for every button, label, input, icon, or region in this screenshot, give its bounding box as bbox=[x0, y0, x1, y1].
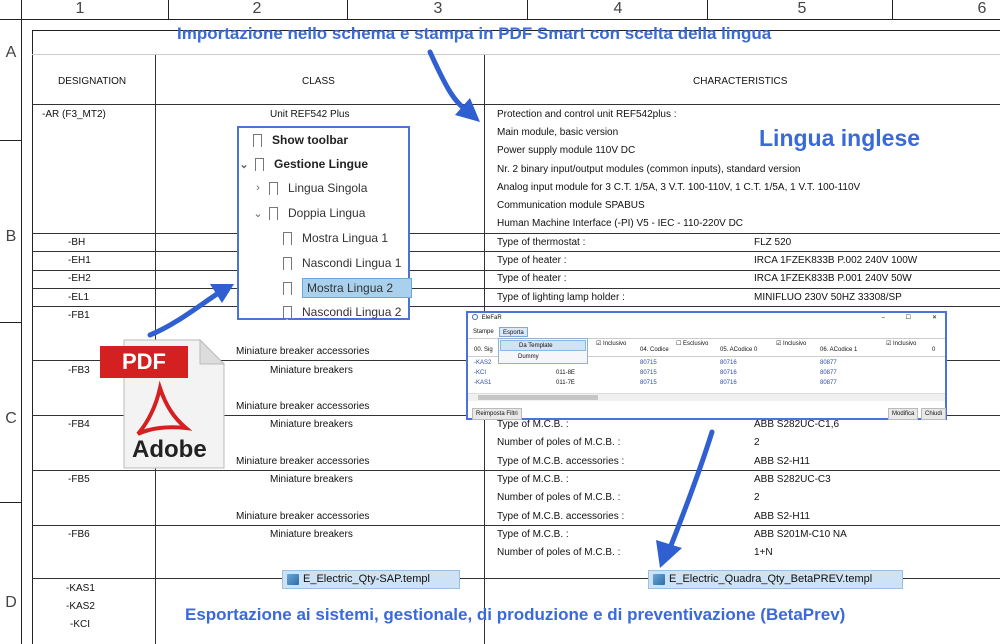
chevron-down-icon[interactable]: ⌄ bbox=[239, 158, 249, 171]
column-header[interactable]: 04. Codice bbox=[640, 346, 669, 354]
pdf-badge: PDF bbox=[100, 346, 188, 378]
grid-cell: -KAS2 bbox=[474, 360, 492, 366]
checkbox-label: Inclusivo bbox=[603, 341, 627, 347]
table-row[interactable]: -KAS1 011-7E 80715 80716 80877 bbox=[468, 378, 945, 388]
adobe-pdf-icon: PDF Adobe bbox=[100, 336, 228, 470]
arrow-to-pdf bbox=[147, 289, 223, 338]
grid-cell: 80715 bbox=[640, 370, 657, 376]
menu-item-dummy[interactable]: Dummy bbox=[500, 352, 586, 363]
grid-cell: 80877 bbox=[820, 370, 837, 376]
minimize-icon[interactable]: – bbox=[882, 313, 885, 324]
column-header[interactable]: 05. ACodice 0 bbox=[720, 346, 757, 354]
checkbox-label: Inclusivo bbox=[893, 341, 917, 347]
chevron-right-icon[interactable]: › bbox=[253, 182, 263, 194]
bookmark-icon bbox=[283, 231, 292, 249]
file-name: E_Electric_Quadra_Qty_BetaPREV.templ bbox=[669, 573, 873, 585]
grid-cell: 80716 bbox=[720, 370, 737, 376]
grid-cell: 011-7E bbox=[556, 380, 575, 386]
checkbox-label: Esclusivo bbox=[683, 341, 709, 347]
arrowhead-icon bbox=[656, 540, 682, 568]
bookmark-icon bbox=[255, 157, 264, 175]
menu-item-da-template[interactable]: Da Template bbox=[500, 340, 586, 351]
bookmark-icon bbox=[283, 305, 292, 323]
include-checkbox[interactable]: ☑ Inclusivo bbox=[776, 340, 806, 348]
column-header[interactable]: 00. Sig bbox=[474, 346, 493, 354]
tab-stampe[interactable]: Stampe bbox=[470, 327, 497, 337]
column-header[interactable]: 06. ACodice 1 bbox=[820, 346, 857, 354]
scrollbar-thumb[interactable] bbox=[478, 395, 598, 400]
grid-cell: -KCI bbox=[474, 370, 486, 376]
app-icon bbox=[472, 314, 478, 321]
window-title: EleFaR bbox=[481, 315, 502, 321]
bookmark-label-selected: Mostra Lingua 2 bbox=[302, 278, 412, 298]
template-file-betaprev[interactable]: E_Electric_Quadra_Qty_BetaPREV.templ bbox=[648, 570, 903, 589]
include-checkbox[interactable]: ☑ Inclusivo bbox=[596, 340, 626, 348]
bookmark-icon bbox=[283, 256, 292, 274]
bookmark-label: Gestione Lingue bbox=[274, 157, 369, 171]
bookmark-nascondi-lingua-1[interactable]: Nascondi Lingua 1 bbox=[283, 251, 401, 275]
checkbox-label: Inclusivo bbox=[783, 341, 807, 347]
file-name: E_Electric_Qty-SAP.templ bbox=[303, 573, 430, 585]
grid-cell: 80715 bbox=[640, 380, 657, 386]
elefar-window: EleFaR – ☐ ✕ Stampe Esporta 00. Sig 04. … bbox=[466, 311, 947, 420]
bookmark-label: Lingua Singola bbox=[288, 181, 368, 195]
window-titlebar: EleFaR – ☐ ✕ bbox=[468, 313, 945, 324]
grid-cell: 80715 bbox=[640, 360, 657, 366]
adobe-brand-text: Adobe bbox=[132, 436, 207, 463]
bookmark-label: Doppia Lingua bbox=[288, 206, 366, 220]
template-file-sap[interactable]: E_Electric_Qty-SAP.templ bbox=[282, 570, 460, 589]
pdf-bookmarks-panel: Show toolbar ⌄ Gestione Lingue › Lingua … bbox=[237, 126, 412, 323]
close-button[interactable]: Chiudi bbox=[921, 408, 947, 420]
bookmark-icon bbox=[269, 181, 278, 199]
grid-cell: 80877 bbox=[820, 380, 837, 386]
bookmark-doppia-lingua[interactable]: ⌄ Doppia Lingua bbox=[253, 201, 365, 225]
grid-cell: 80716 bbox=[720, 360, 737, 366]
maximize-icon[interactable]: ☐ bbox=[906, 313, 911, 324]
include-checkbox[interactable]: ☑ Inclusivo bbox=[886, 340, 916, 348]
bookmark-mostra-lingua-2[interactable]: Mostra Lingua 2 bbox=[283, 276, 412, 300]
bookmark-gestione-lingue[interactable]: ⌄ Gestione Lingue bbox=[239, 152, 368, 176]
bookmark-label: Nascondi Lingua 2 bbox=[302, 305, 402, 319]
table-row[interactable]: -KCI 011-8E 80715 80716 80877 bbox=[468, 368, 945, 378]
grid-cell: 011-8E bbox=[556, 370, 575, 376]
esporta-dropdown-menu: Da Template Dummy bbox=[498, 338, 588, 364]
column-header[interactable]: 0 bbox=[932, 346, 935, 354]
arrow-to-characteristics bbox=[427, 49, 473, 115]
template-file-icon bbox=[653, 574, 665, 585]
modify-button[interactable]: Modifica bbox=[888, 408, 919, 420]
bookmark-label: Show toolbar bbox=[272, 133, 348, 147]
tab-esporta[interactable]: Esporta bbox=[499, 327, 528, 337]
bookmark-show-toolbar[interactable]: Show toolbar bbox=[253, 128, 348, 152]
horizontal-scrollbar[interactable] bbox=[468, 393, 945, 401]
bookmark-label: Mostra Lingua 1 bbox=[302, 231, 389, 245]
bookmark-label: Nascondi Lingua 1 bbox=[302, 256, 402, 270]
chevron-down-icon[interactable]: ⌄ bbox=[253, 207, 263, 220]
bookmark-mostra-lingua-1[interactable]: Mostra Lingua 1 bbox=[283, 226, 388, 250]
grid-cell: -KAS1 bbox=[474, 380, 492, 386]
close-icon[interactable]: ✕ bbox=[932, 313, 937, 324]
bookmark-lingua-singola[interactable]: › Lingua Singola bbox=[253, 176, 367, 200]
bookmark-icon bbox=[253, 133, 262, 151]
arrow-to-export bbox=[667, 429, 715, 551]
reset-filters-button[interactable]: Reimposta Filtri bbox=[472, 408, 522, 420]
bookmark-icon bbox=[283, 281, 292, 299]
exclude-checkbox[interactable]: ☐ Esclusivo bbox=[676, 340, 708, 348]
bookmark-nascondi-lingua-2[interactable]: Nascondi Lingua 2 bbox=[283, 300, 401, 324]
grid-cell: 80716 bbox=[720, 380, 737, 386]
grid-cell: 80877 bbox=[820, 360, 837, 366]
bookmark-icon bbox=[269, 206, 278, 224]
template-file-icon bbox=[287, 574, 299, 585]
